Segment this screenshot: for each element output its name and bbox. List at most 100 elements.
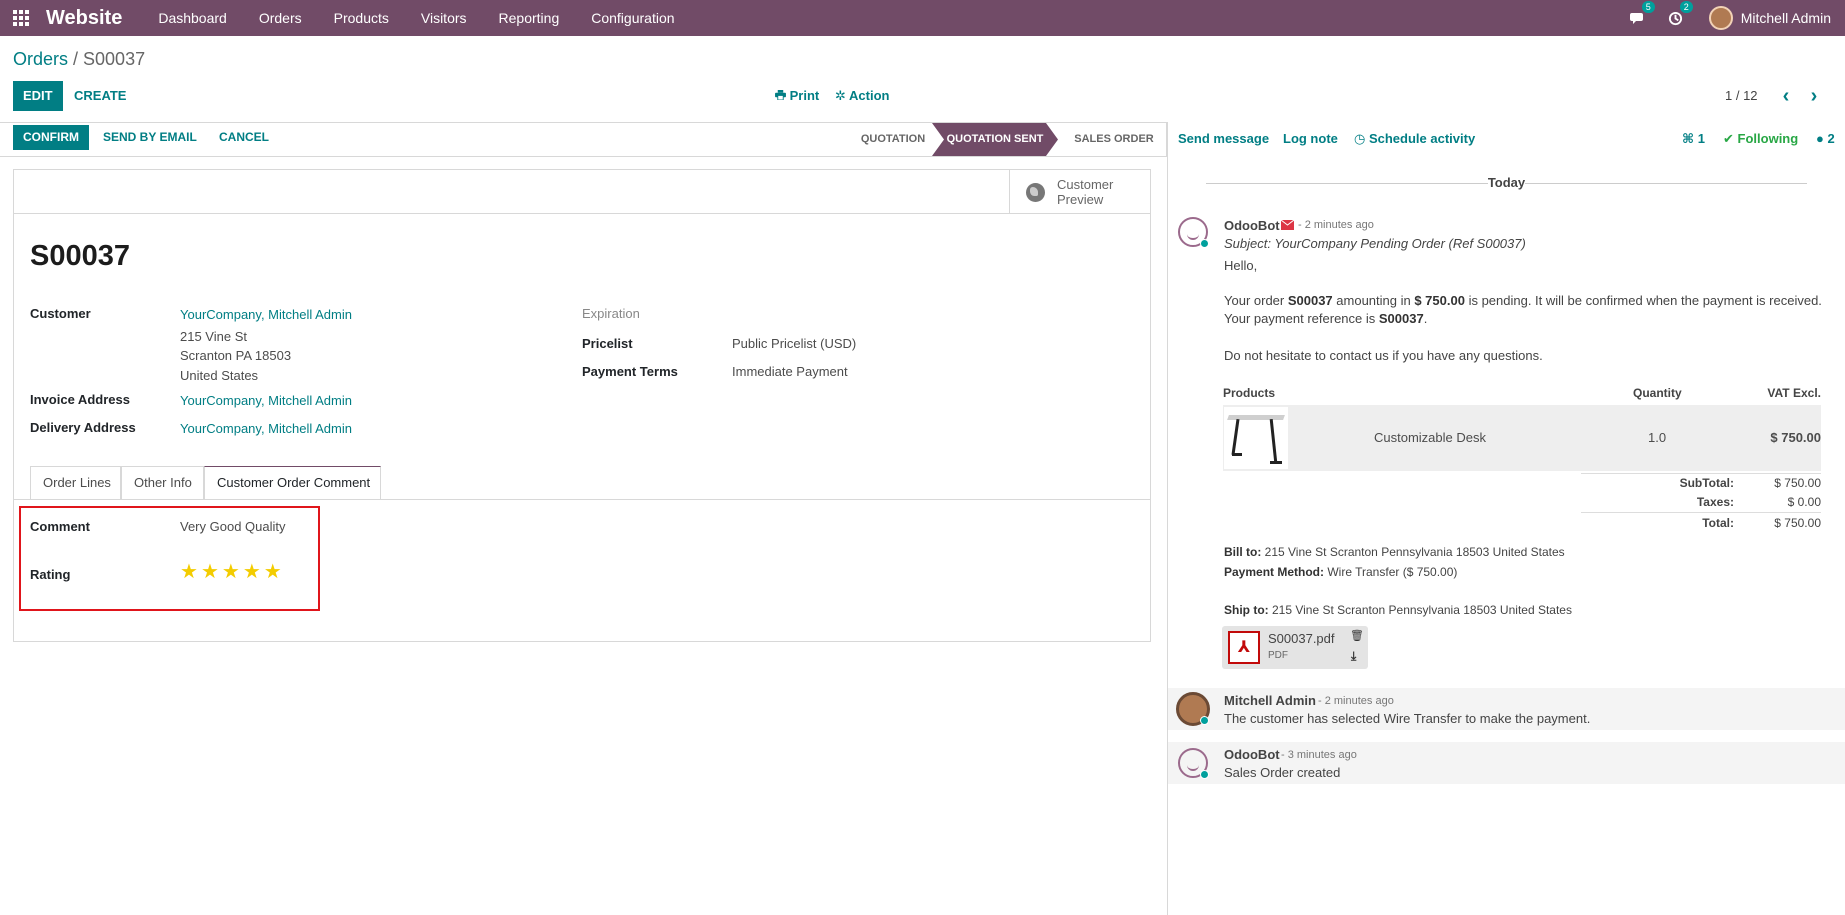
print-button[interactable]: Print — [775, 88, 819, 103]
menu-products[interactable]: Products — [318, 0, 405, 36]
message-author[interactable]: Mitchell Admin — [1224, 693, 1316, 708]
message-body: Your order S00037 amounting in $ 750.00 … — [1224, 292, 1824, 328]
download-icon[interactable]: ⤓ — [1351, 649, 1356, 664]
customer-preview-button[interactable]: Customer Preview — [1009, 170, 1150, 214]
header-quantity: Quantity — [1633, 386, 1682, 400]
star-icon[interactable]: ★ — [264, 562, 282, 582]
print-label: Print — [789, 88, 820, 103]
action-button[interactable]: ✲ Action — [835, 88, 890, 104]
total-value: $ 750.00 — [1774, 516, 1821, 530]
tab-other-info[interactable]: Other Info — [121, 466, 204, 499]
button-box: Customer Preview — [14, 170, 1150, 214]
taxes-label: Taxes: — [1696, 495, 1734, 509]
delivery-address-label: Delivery Address — [30, 420, 136, 435]
followers-button[interactable]: ● 2 — [1816, 131, 1835, 146]
log-note-button[interactable]: Log note — [1283, 131, 1338, 146]
activities-badge: 2 — [1679, 1, 1693, 13]
globe-icon — [1026, 182, 1045, 202]
send-message-button[interactable]: Send message — [1178, 131, 1269, 146]
body-text: Your order — [1224, 293, 1288, 308]
attachment-card[interactable]: ⅄ S00037.pdf PDF 🗑 ⤓ — [1222, 626, 1368, 669]
taxes-value: $ 0.00 — [1787, 495, 1821, 509]
menu-reporting[interactable]: Reporting — [483, 0, 576, 36]
stage-quotation[interactable]: Quotation — [850, 123, 936, 156]
messaging-button[interactable]: 5 — [1619, 0, 1657, 36]
confirm-button[interactable]: Confirm — [13, 125, 89, 150]
app-name[interactable]: Website — [42, 7, 142, 30]
clock-icon — [1669, 11, 1683, 25]
message-author[interactable]: OdooBot — [1224, 218, 1280, 233]
tab-order-lines[interactable]: Order Lines — [30, 466, 121, 499]
pdf-file-icon: ⅄ — [1228, 631, 1260, 664]
gear-icon: ✲ — [835, 88, 846, 103]
payment-method-label: Payment Method: — [1224, 565, 1325, 579]
trash-icon[interactable]: 🗑 — [1350, 629, 1364, 642]
product-row: Customizable Desk 1.0 $ 750.00 — [1223, 405, 1821, 471]
attachment-name: S00037.pdf — [1268, 631, 1335, 646]
paperclip-icon: ⌘ — [1682, 131, 1695, 146]
create-button[interactable]: Create — [64, 81, 136, 111]
cancel-order-button[interactable]: Cancel — [209, 125, 279, 150]
message-time: - 3 minutes ago — [1281, 749, 1357, 761]
subtotal-value: $ 750.00 — [1774, 476, 1821, 490]
user-name[interactable]: Mitchell Admin — [1741, 10, 1831, 26]
tab-customer-order-comment[interactable]: Customer Order Comment — [204, 466, 381, 500]
stage-quotation-sent[interactable]: Quotation Sent — [932, 123, 1058, 156]
pricelist-value[interactable]: Public Pricelist (USD) — [732, 336, 856, 351]
message-closing: Do not hesitate to contact us if you hav… — [1224, 348, 1543, 363]
subtotal-label: SubTotal: — [1679, 476, 1734, 490]
delivery-address-link[interactable]: YourCompany, Mitchell Admin — [180, 421, 352, 436]
chevron-right-icon: › — [1810, 85, 1818, 107]
apps-menu-button[interactable] — [0, 0, 42, 36]
body-text: . — [1423, 311, 1428, 326]
pager-value[interactable]: 1 / 12 — [1725, 88, 1758, 103]
stage-sales-order[interactable]: Sales Order — [1066, 123, 1162, 156]
message-text: Sales Order created — [1224, 765, 1341, 780]
invoice-address-label: Invoice Address — [30, 392, 130, 407]
customer-link[interactable]: YourCompany, Mitchell Admin — [180, 307, 352, 322]
menu-dashboard[interactable]: Dashboard — [142, 0, 243, 36]
star-icon[interactable]: ★ — [243, 562, 261, 582]
menu-orders[interactable]: Orders — [243, 0, 318, 36]
order-amount: $ 750.00 — [1414, 293, 1465, 308]
record-title: S00037 — [30, 240, 130, 272]
pager-next-button[interactable]: › — [1803, 84, 1825, 108]
user-icon: ● — [1816, 131, 1824, 146]
star-icon[interactable]: ★ — [201, 562, 219, 582]
pager-previous-button[interactable]: ‹ — [1775, 84, 1797, 108]
schedule-activity-button[interactable]: ◷ Schedule activity — [1354, 131, 1475, 147]
payment-terms-value[interactable]: Immediate Payment — [732, 364, 848, 379]
breadcrumb-orders[interactable]: Orders — [13, 49, 68, 69]
order-ref: S00037 — [1287, 293, 1333, 308]
rating-label: Rating — [30, 567, 71, 582]
rating-stars[interactable]: ★ ★ ★ ★ ★ — [180, 562, 282, 582]
followers-count: 2 — [1827, 131, 1835, 146]
message-time: - 2 minutes ago — [1318, 695, 1394, 707]
message-subject: Subject: YourCompany Pending Order (Ref … — [1224, 236, 1526, 251]
invoice-address-link[interactable]: YourCompany, Mitchell Admin — [180, 393, 352, 408]
attachments-button[interactable]: ⌘ 1 — [1682, 131, 1705, 147]
breadcrumb-separator: / — [68, 49, 84, 69]
menu-configuration[interactable]: Configuration — [575, 0, 690, 36]
edit-button[interactable]: Edit — [13, 81, 63, 111]
messages-badge: 5 — [1641, 1, 1655, 13]
activities-button[interactable]: 2 — [1657, 0, 1695, 36]
following-button[interactable]: ✔ Following — [1723, 131, 1798, 147]
send-by-email-button[interactable]: Send by Email — [93, 125, 207, 150]
form-statusbar: Confirm Send by Email Cancel Quotation Q… — [0, 122, 1167, 157]
product-quantity: 1.0 — [1648, 430, 1667, 445]
ship-to-value: 215 Vine St Scranton Pennsylvania 18503 … — [1268, 603, 1572, 617]
menu-visitors[interactable]: Visitors — [405, 0, 483, 36]
star-icon[interactable]: ★ — [222, 562, 240, 582]
address-line-2: Scranton PA 18503 — [180, 348, 292, 363]
customer-label: Customer — [30, 306, 91, 321]
message-author[interactable]: OdooBot — [1224, 747, 1280, 762]
tab-divider — [14, 499, 1150, 500]
header-products: Products — [1223, 386, 1276, 400]
online-status-icon — [1200, 716, 1209, 725]
address-line-1: 215 Vine St — [180, 329, 247, 344]
star-icon[interactable]: ★ — [180, 562, 198, 582]
header-vat-excl: VAT Excl. — [1767, 386, 1821, 400]
user-avatar[interactable] — [1708, 6, 1733, 30]
comment-value[interactable]: Very Good Quality — [180, 519, 286, 534]
